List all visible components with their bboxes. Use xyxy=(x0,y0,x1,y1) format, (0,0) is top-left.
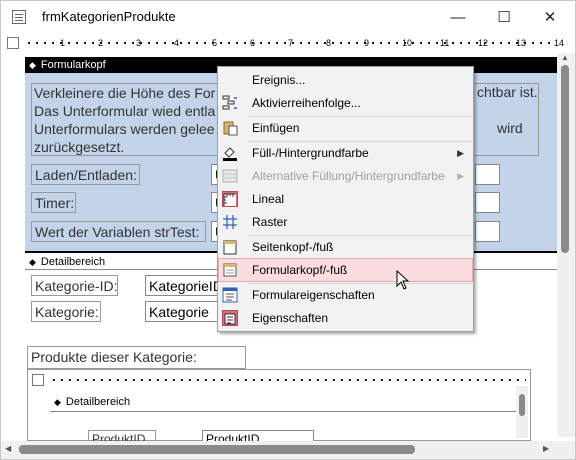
detail-title: Detailbereich xyxy=(40,256,106,268)
menu-item-formulareigenschaften[interactable]: Formulareigenschaften xyxy=(219,284,472,306)
info-right-1: chtbar ist. xyxy=(477,84,538,100)
ruler-icon xyxy=(222,191,238,207)
subform-detail-title: Detailbereich xyxy=(65,396,131,408)
menu-label: Einfügen xyxy=(252,121,300,135)
menu-label: Raster xyxy=(252,215,288,229)
ruler-number: 12 xyxy=(478,38,489,48)
form-selector[interactable] xyxy=(7,37,19,49)
menu-label: Lineal xyxy=(252,192,285,206)
fill-color-icon xyxy=(222,145,238,161)
grid-icon xyxy=(222,214,238,230)
kategorie-label[interactable]: Kategorie: xyxy=(31,301,101,322)
scroll-corner xyxy=(557,441,575,459)
kategorie-field[interactable]: Kategorie xyxy=(145,301,221,322)
subform-label[interactable]: Produkte dieser Kategorie: xyxy=(27,346,246,369)
menu-item-raster[interactable]: Raster xyxy=(219,211,472,233)
menu-label: Füll-/Hintergrundfarbe xyxy=(252,146,369,160)
title-bar: frmKategorienProdukte — ☐ ✕ xyxy=(1,1,575,33)
menu-item-fuellfarbe[interactable]: Füll-/Hintergrundfarbe ▶ xyxy=(219,142,472,164)
vertical-scrollbar[interactable]: ▲ xyxy=(557,53,575,437)
paste-icon xyxy=(222,120,238,136)
subform-ruler xyxy=(50,372,526,388)
menu-item-einfuegen[interactable]: Einfügen xyxy=(219,117,472,139)
strtest-field-end[interactable] xyxy=(475,221,500,242)
laden-entladen-label[interactable]: Laden/Entladen: xyxy=(31,164,140,185)
ruler-number: 1 xyxy=(60,38,66,48)
laden-entladen-field-end[interactable] xyxy=(475,164,500,185)
form-properties-icon xyxy=(222,287,238,303)
menu-label: Alternative Füllung/Hintergrundfarbe xyxy=(252,169,445,183)
menu-label: Seitenkopf-/fuß xyxy=(252,240,334,254)
menu-item-aktivierreihenfolge[interactable]: Aktivierreihenfolge... xyxy=(219,92,472,114)
menu-item-seitenkopf[interactable]: Seitenkopf-/fuß xyxy=(219,236,472,258)
ruler-number: 8 xyxy=(326,38,332,48)
vertical-scroll-thumb[interactable] xyxy=(561,65,569,253)
minimize-button[interactable]: — xyxy=(435,1,481,33)
menu-label: Ereignis... xyxy=(252,73,306,87)
ruler-number: 4 xyxy=(174,38,180,48)
ruler-number: 9 xyxy=(364,38,370,48)
kategorie-id-field[interactable]: KategorieID xyxy=(145,275,221,296)
close-button[interactable]: ✕ xyxy=(527,1,573,33)
subform-rule xyxy=(50,411,520,412)
strtest-label[interactable]: Wert der Variablen strTest: xyxy=(31,221,206,242)
horizontal-scroll-thumb[interactable] xyxy=(19,445,415,454)
menu-label: Formularkopf/-fuß xyxy=(252,263,348,277)
menu-label: Eigenschaften xyxy=(252,311,329,325)
ruler-number: 13 xyxy=(516,38,527,48)
window-title: frmKategorienProdukte xyxy=(42,9,176,24)
scroll-up-icon[interactable]: ▲ xyxy=(561,53,569,62)
subform-control[interactable]: ◆ Detailbereich ProduktID ProduktID xyxy=(27,369,531,448)
form-header-icon xyxy=(222,262,238,278)
subform-scroll-thumb[interactable] xyxy=(519,394,525,416)
scroll-right-icon[interactable]: ▶ xyxy=(543,444,549,453)
menu-item-alternative-fuellung: Alternative Füllung/Hintergrundfarbe ▶ xyxy=(219,165,472,187)
ruler-number: 6 xyxy=(250,38,256,48)
horizontal-scrollbar[interactable]: ◀ ▶ xyxy=(1,441,575,459)
ruler-number: 7 xyxy=(288,38,294,48)
ruler-number: 3 xyxy=(136,38,142,48)
formkopf-title: Formularkopf xyxy=(40,59,106,71)
timer-label[interactable]: Timer: xyxy=(31,192,76,213)
menu-item-lineal[interactable]: Lineal xyxy=(219,188,472,210)
section-arrow-icon: ◆ xyxy=(29,59,36,70)
vertical-ruler[interactable] xyxy=(5,53,21,445)
section-arrow-icon: ◆ xyxy=(29,256,36,267)
timer-field-end[interactable] xyxy=(475,192,500,213)
info-right-2: wird xyxy=(497,120,523,136)
menu-label: Aktivierreihenfolge... xyxy=(252,96,361,110)
context-menu: Ereignis... Aktivierreihenfolge... Einfü… xyxy=(217,66,474,332)
menu-label: Formulareigenschaften xyxy=(252,288,375,302)
ruler-number: 5 xyxy=(212,38,218,48)
ruler-number: 14 xyxy=(554,38,565,48)
alt-fill-icon xyxy=(222,168,238,184)
subform-scrollbar[interactable] xyxy=(516,386,528,438)
form-icon xyxy=(12,10,26,24)
properties-icon xyxy=(222,310,238,326)
menu-item-eigenschaften[interactable]: Eigenschaften xyxy=(219,307,472,329)
page-header-icon xyxy=(222,239,238,255)
menu-item-formularkopf[interactable]: Formularkopf/-fuß xyxy=(218,258,473,282)
kategorie-id-label[interactable]: Kategorie-ID: xyxy=(31,275,118,296)
submenu-arrow-icon: ▶ xyxy=(457,171,464,181)
section-arrow-icon: ◆ xyxy=(54,396,61,407)
menu-item-ereignis[interactable]: Ereignis... xyxy=(219,69,472,91)
subform-detail-bar[interactable]: ◆ Detailbereich xyxy=(50,394,520,410)
submenu-arrow-icon: ▶ xyxy=(457,148,464,158)
mouse-cursor-icon xyxy=(396,269,410,290)
subform-selector[interactable] xyxy=(32,374,44,386)
ruler-number: 11 xyxy=(440,38,450,48)
ruler-number: 10 xyxy=(402,38,413,48)
scroll-left-icon[interactable]: ◀ xyxy=(5,444,11,453)
tab-order-icon xyxy=(222,95,238,111)
maximize-button[interactable]: ☐ xyxy=(481,1,527,33)
ruler-number: 2 xyxy=(98,38,104,48)
